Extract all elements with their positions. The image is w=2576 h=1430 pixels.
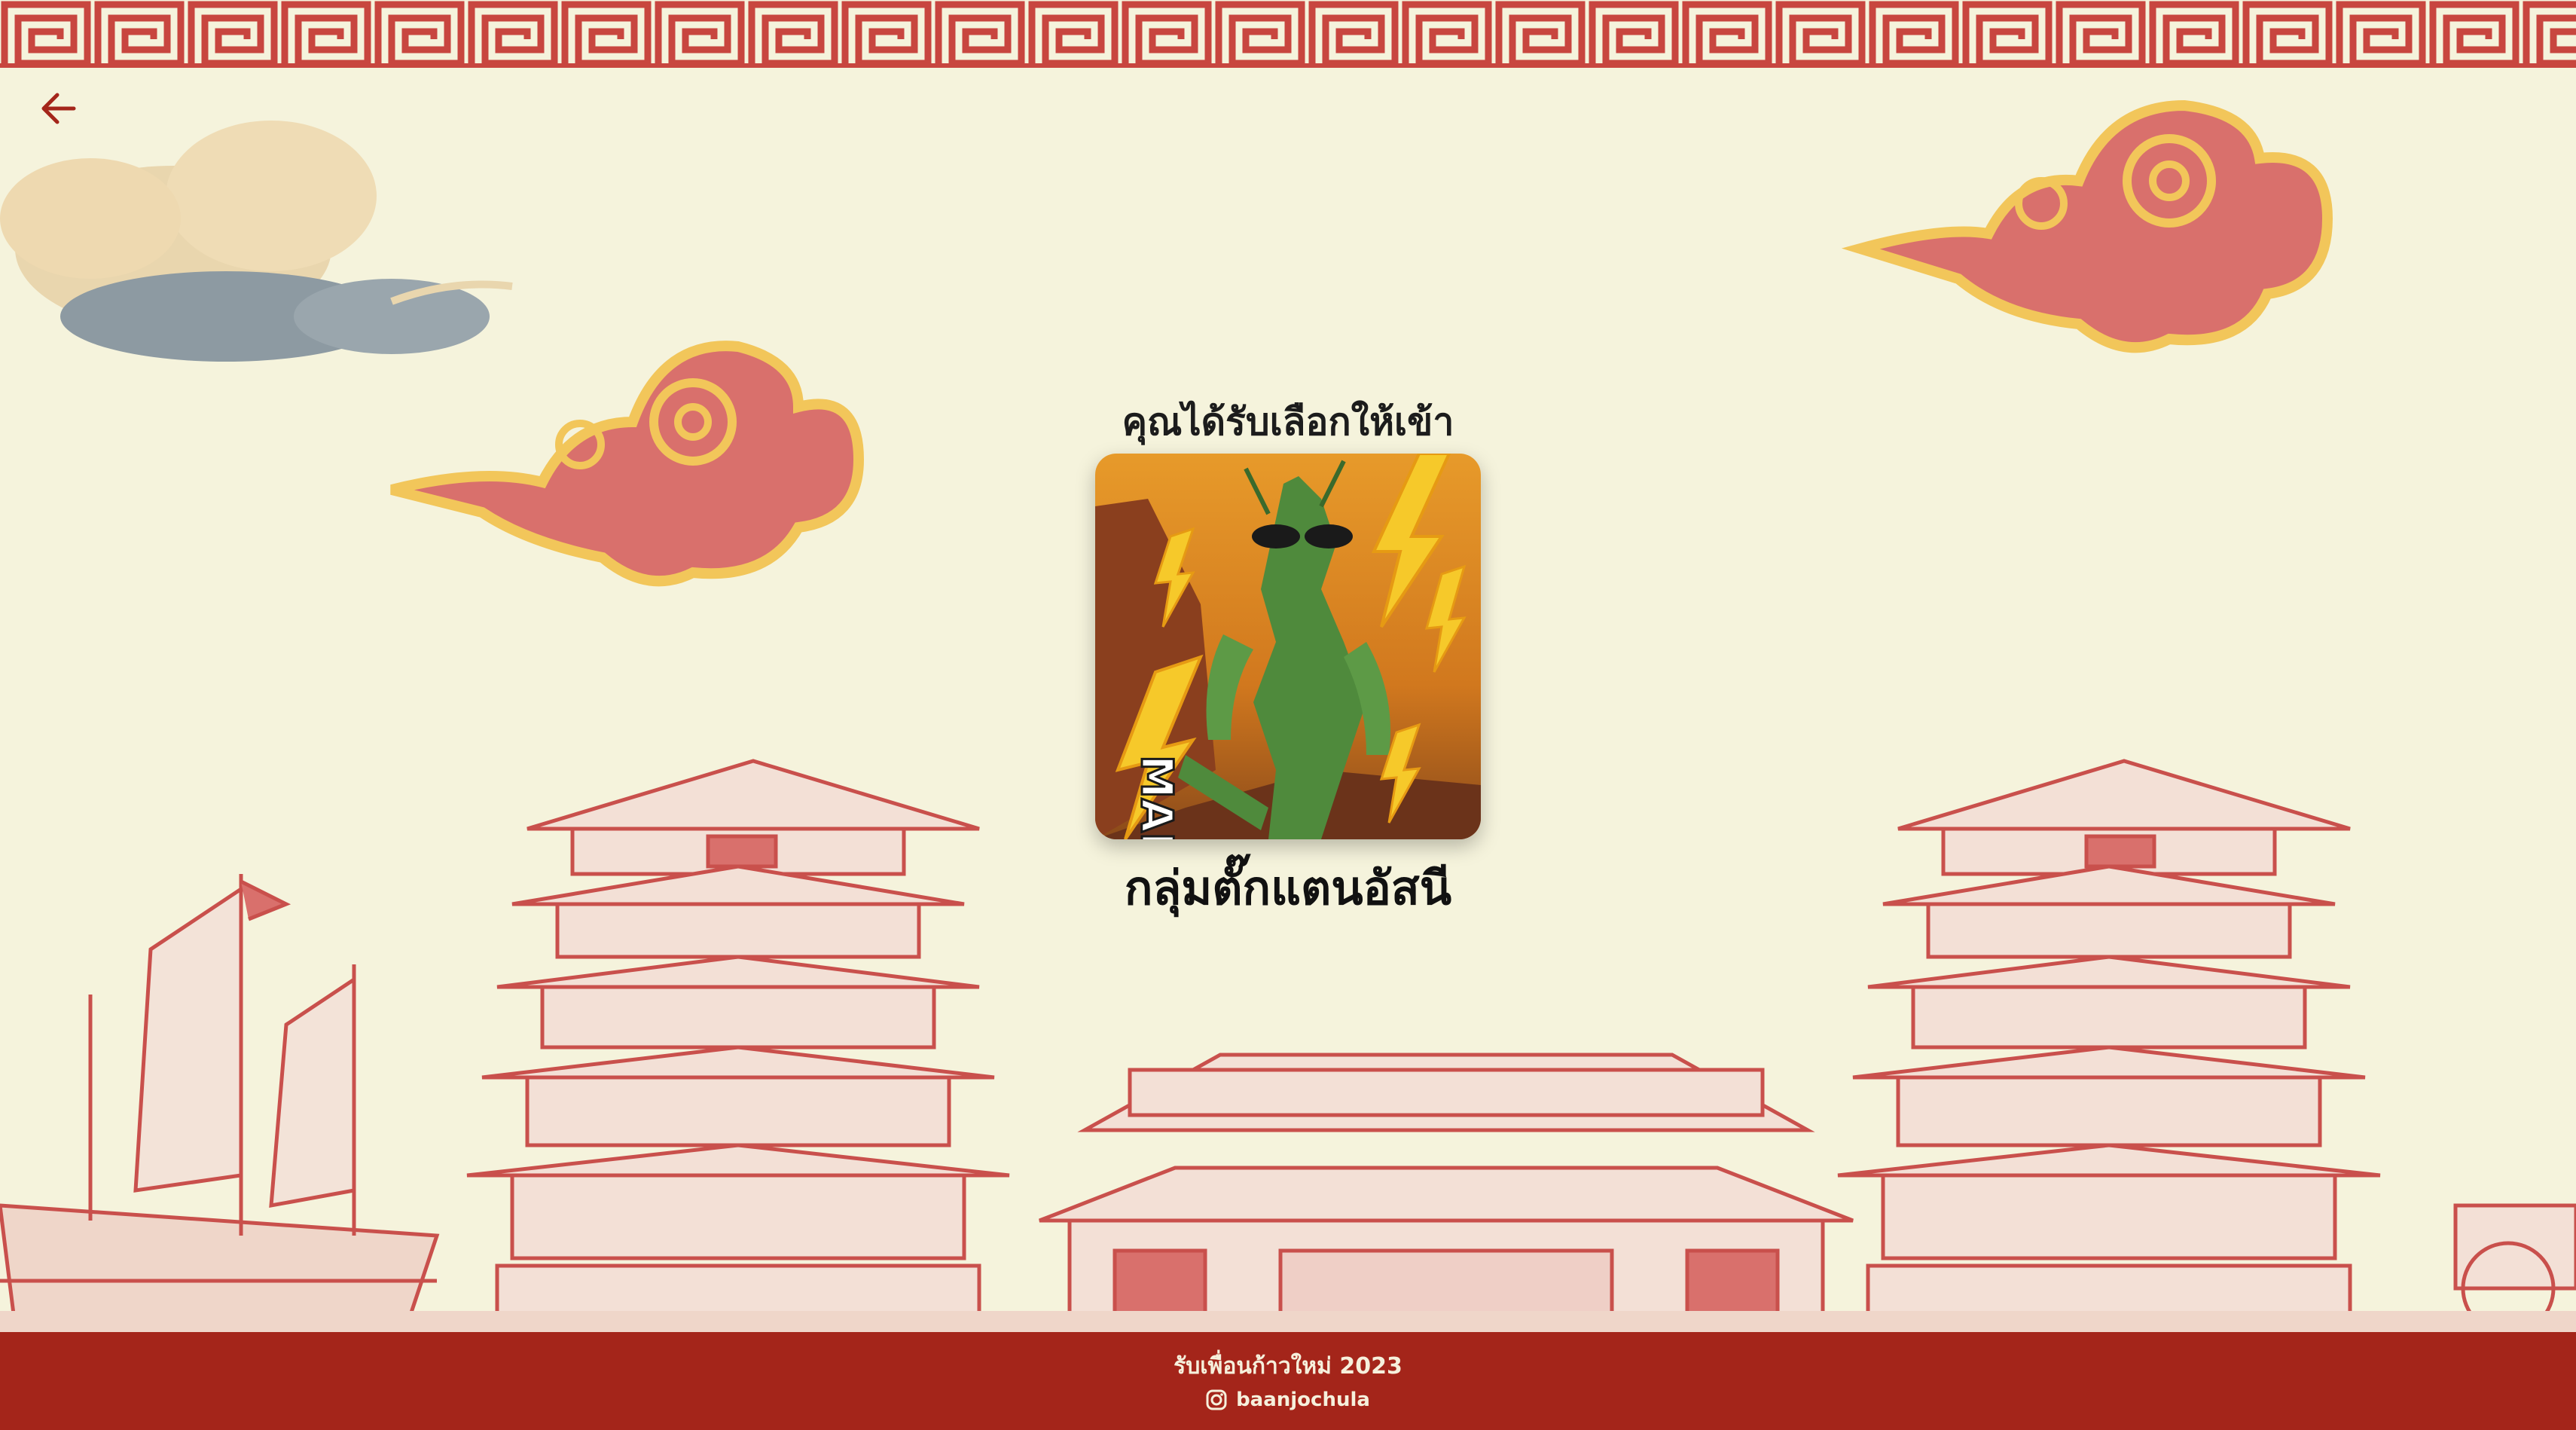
instagram-handle: baanjochula bbox=[1236, 1388, 1370, 1411]
result-panel: คุณได้รับเลือกให้เข้า กลุ่มตั๊กแตนอัสนี bbox=[0, 399, 2576, 916]
footer: รับเพื่อนก้าวใหม่ 2023 baanjochula bbox=[0, 1332, 2576, 1430]
red-cloud-right bbox=[1841, 99, 2333, 353]
card-label: MANTIS bbox=[1131, 755, 1183, 839]
page: คุณได้รับเลือกให้เข้า กลุ่มตั๊กแตนอัสนี … bbox=[0, 0, 2576, 1430]
arrow-left-icon bbox=[41, 93, 76, 124]
mantis-illustration: MANTIS bbox=[1095, 454, 1481, 839]
result-subtitle: คุณได้รับเลือกให้เข้า bbox=[1122, 400, 1454, 444]
group-image-card: MANTIS bbox=[1095, 454, 1481, 839]
beige-cloud bbox=[0, 121, 513, 362]
instagram-icon bbox=[1206, 1389, 1227, 1410]
back-button[interactable] bbox=[33, 83, 84, 134]
ground-strip bbox=[0, 1311, 2576, 1332]
ship-illustration bbox=[0, 874, 440, 1328]
instagram-link[interactable]: baanjochula bbox=[1206, 1389, 1370, 1411]
group-name: กลุ่มตั๊กแตนอัสนี bbox=[1124, 860, 1452, 915]
palace-center bbox=[1039, 1053, 1854, 1336]
footer-title: รับเพื่อนก้าวใหม่ 2023 bbox=[1174, 1352, 1402, 1380]
